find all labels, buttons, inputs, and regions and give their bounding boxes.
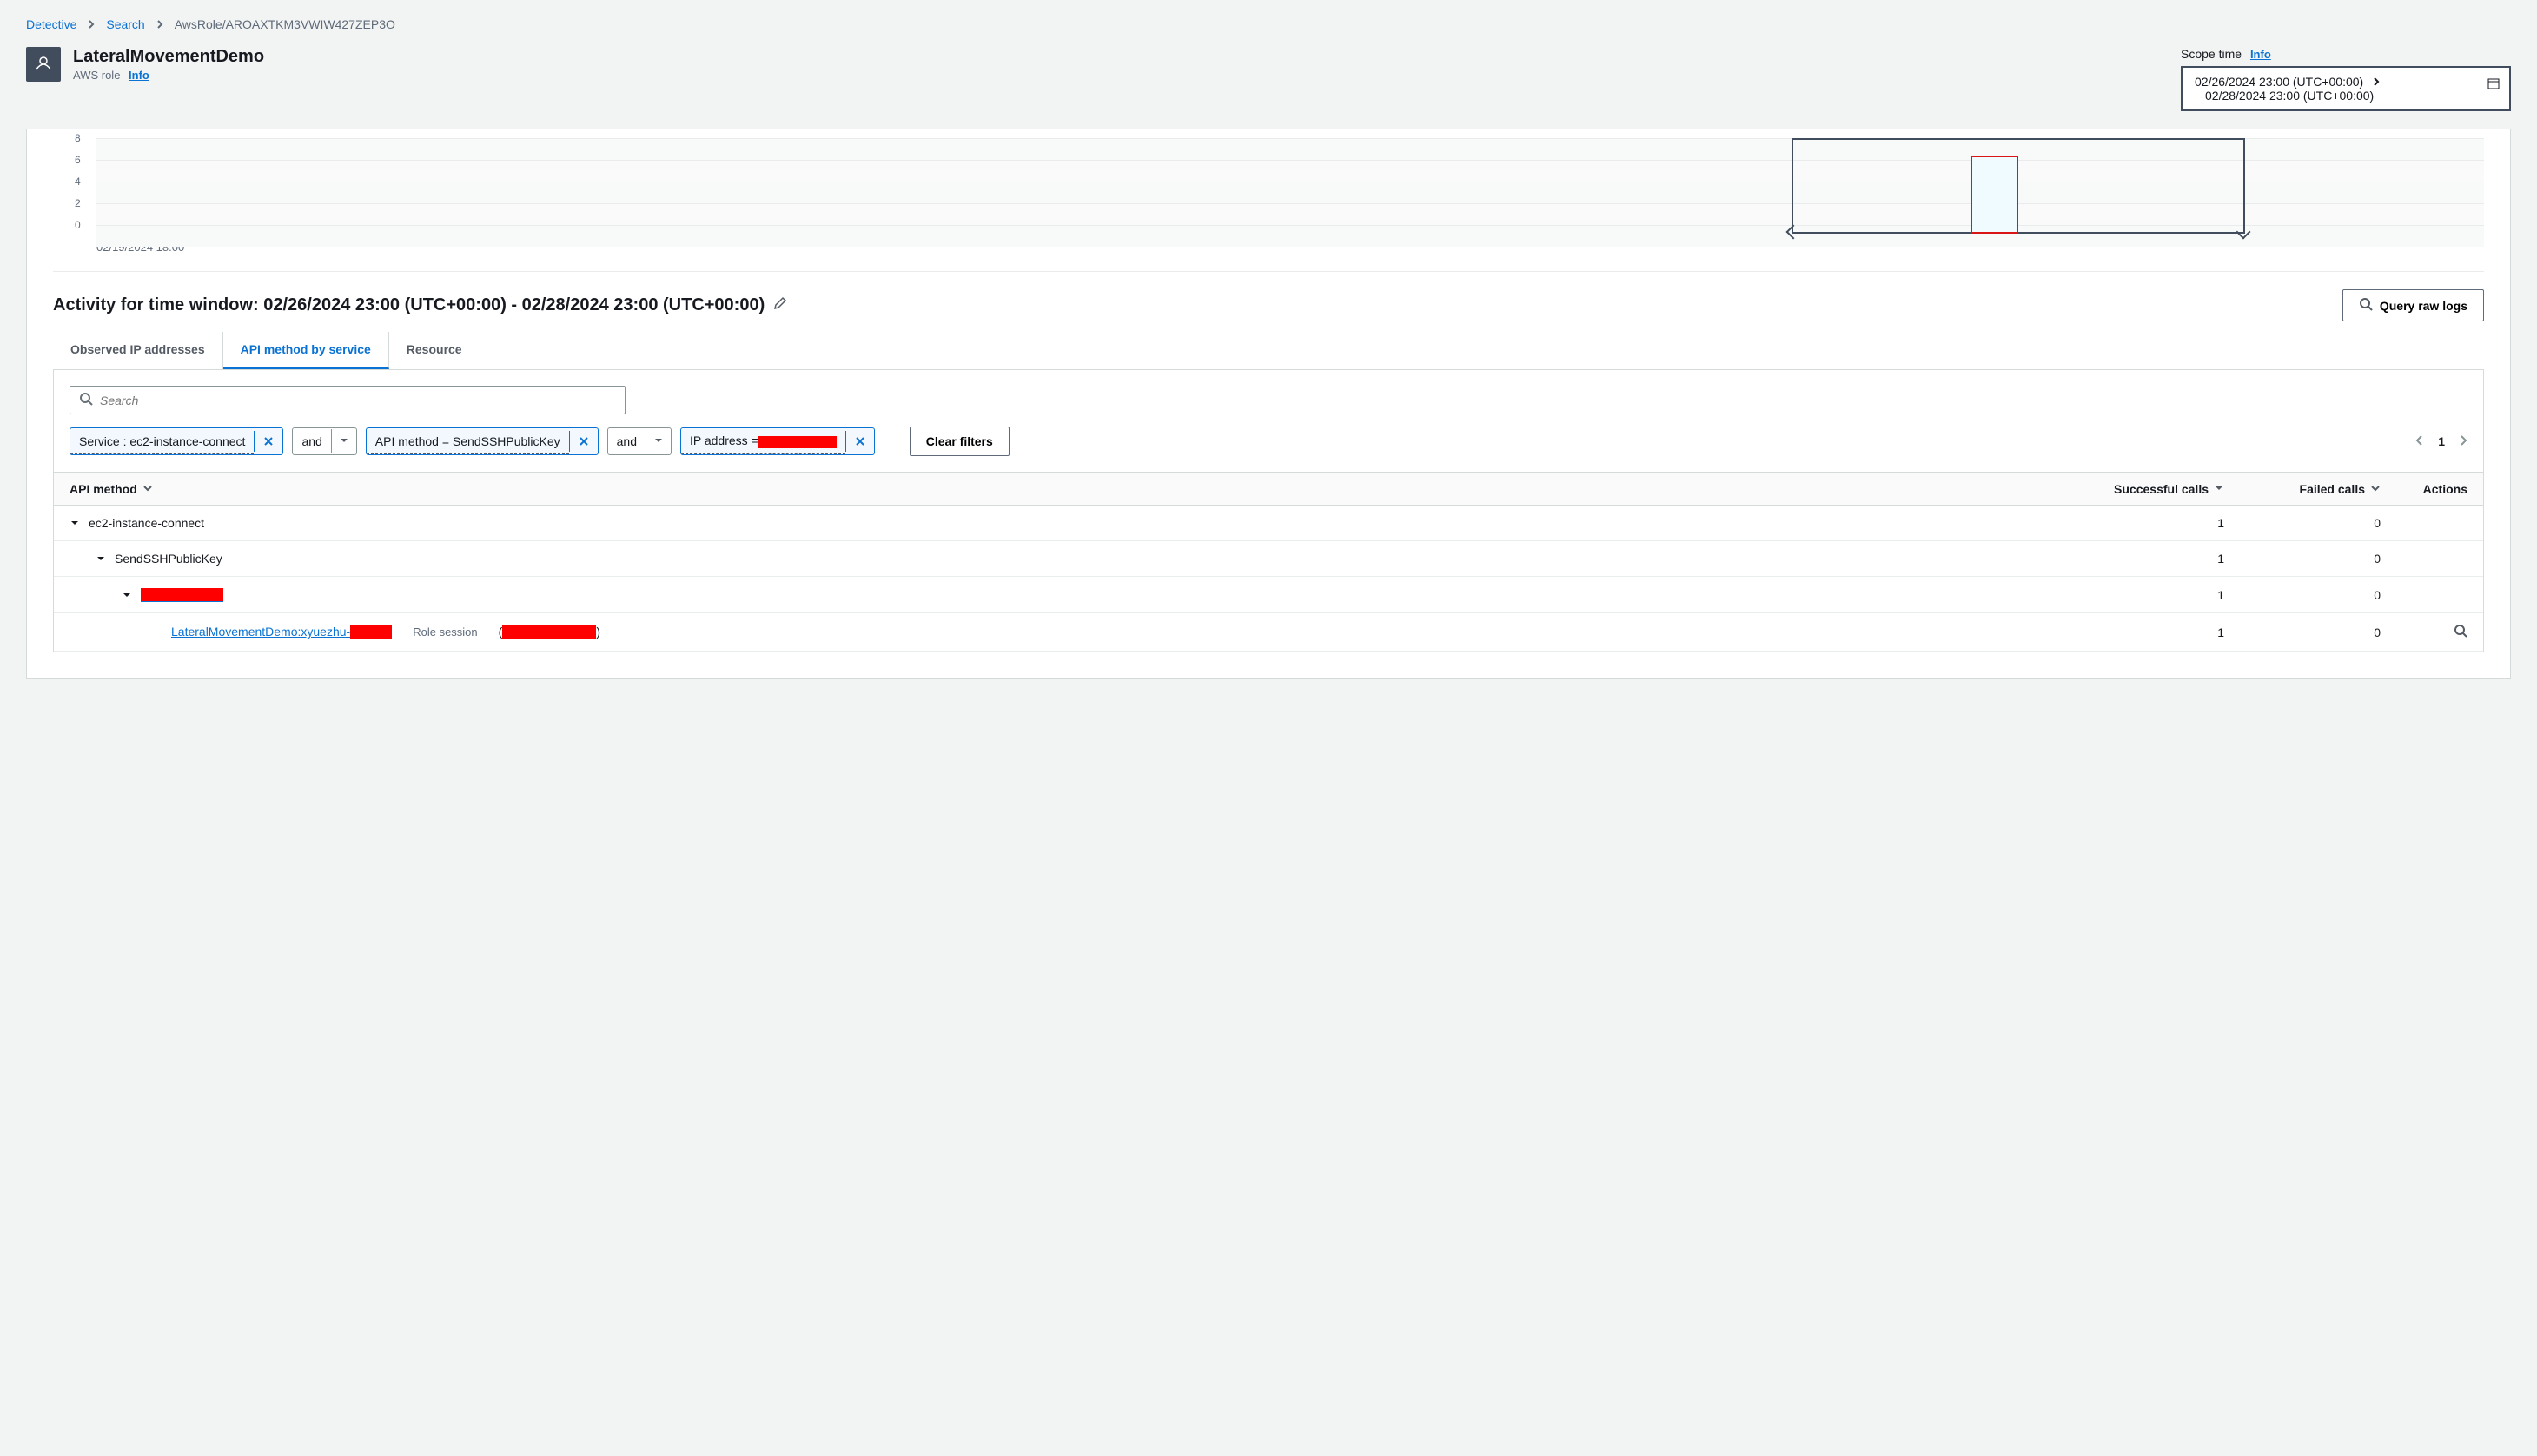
close-icon[interactable] <box>845 431 874 452</box>
tab-bar: Observed IP addressesAPI method by servi… <box>53 332 2484 370</box>
filter-token-label: Service : ec2-instance-connect <box>70 429 254 454</box>
search-icon <box>2359 297 2373 314</box>
edit-icon[interactable] <box>773 295 787 315</box>
sort-icon <box>2214 482 2224 496</box>
cell-failed-calls: 0 <box>2224 516 2381 530</box>
page-title: LateralMovementDemo <box>73 47 264 67</box>
chart-y-tick: 8 <box>75 132 81 144</box>
chevron-right-icon <box>156 17 164 31</box>
row-label: SendSSHPublicKey <box>115 552 222 566</box>
cell-failed-calls: 0 <box>2224 625 2381 639</box>
th-successful-calls[interactable]: Successful calls <box>2068 482 2224 496</box>
cell-successful-calls: 1 <box>2068 552 2224 566</box>
cell-failed-calls: 0 <box>2224 588 2381 602</box>
filter-token[interactable]: Service : ec2-instance-connect <box>70 427 283 455</box>
chart-y-tick: 2 <box>75 197 81 209</box>
filter-token-label: IP address = <box>681 428 845 453</box>
cell-api-method <box>70 587 2068 602</box>
activity-window-title: Activity for time window: 02/26/2024 23:… <box>53 295 765 315</box>
chart-y-tick: 6 <box>75 154 81 166</box>
info-link[interactable]: Info <box>129 69 149 82</box>
tab-api-method-by-service[interactable]: API method by service <box>223 332 389 369</box>
breadcrumb: Detective Search AwsRole/AROAXTKM3VWIW42… <box>26 17 2511 31</box>
sort-icon <box>142 482 153 496</box>
search-input[interactable] <box>100 394 616 407</box>
cell-successful-calls: 1 <box>2068 625 2224 639</box>
scope-time-picker[interactable]: 02/26/2024 23:00 (UTC+00:00) 02/28/2024 … <box>2181 66 2511 111</box>
th-api-method[interactable]: API method <box>70 482 2068 496</box>
close-icon[interactable] <box>569 431 598 452</box>
chart-y-tick: 4 <box>75 175 81 188</box>
redacted-value <box>141 588 223 602</box>
chart-highlight-bar <box>1971 156 2018 234</box>
filter-operator[interactable]: and <box>607 427 672 455</box>
role-session-value: () <box>499 625 600 639</box>
expander-icon[interactable] <box>96 553 106 564</box>
table-row: 10 <box>54 577 2483 613</box>
tab-resource[interactable]: Resource <box>389 332 480 369</box>
table-row: LateralMovementDemo:xyuezhu- Role session… <box>54 613 2483 652</box>
redacted-value <box>758 436 837 448</box>
cell-api-method: SendSSHPublicKey <box>70 552 2068 566</box>
role-icon <box>26 47 61 82</box>
cell-successful-calls: 1 <box>2068 588 2224 602</box>
scope-time-label: Scope time Info <box>2181 47 2511 61</box>
calendar-icon[interactable] <box>2487 76 2501 93</box>
chevron-right-icon <box>2372 75 2381 89</box>
filter-tokens: Service : ec2-instance-connect and API met… <box>70 427 1010 456</box>
close-icon[interactable] <box>254 431 282 452</box>
filter-token[interactable]: API method = SendSSHPublicKey <box>366 427 599 455</box>
th-actions: Actions <box>2381 482 2467 496</box>
filter-token-label: API method = SendSSHPublicKey <box>367 429 569 454</box>
filter-operator[interactable]: and <box>292 427 356 455</box>
expander-icon[interactable] <box>70 518 80 528</box>
page-current: 1 <box>2438 434 2445 448</box>
cell-api-method: LateralMovementDemo:xyuezhu- Role session… <box>70 625 2068 639</box>
scope-end: 02/28/2024 23:00 (UTC+00:00) <box>2195 89 2497 103</box>
tab-observed-ip-addresses[interactable]: Observed IP addresses <box>53 332 223 369</box>
page-next-icon[interactable] <box>2459 434 2467 449</box>
info-link[interactable]: Info <box>2250 48 2271 61</box>
chevron-right-icon <box>87 17 96 31</box>
redacted-value <box>502 625 596 639</box>
cell-successful-calls: 1 <box>2068 516 2224 530</box>
breadcrumb-link-detective[interactable]: Detective <box>26 17 76 31</box>
chart-y-tick: 0 <box>75 219 81 231</box>
redacted-value <box>350 625 392 639</box>
search-icon <box>79 392 93 408</box>
chart-selection-window[interactable] <box>1792 138 2245 234</box>
clear-filters-button[interactable]: Clear filters <box>910 427 1010 456</box>
row-link[interactable]: LateralMovementDemo:xyuezhu- <box>171 625 392 639</box>
table-header: API method Successful calls Failed calls <box>54 473 2483 506</box>
page-subtitle: AWS role Info <box>73 69 264 82</box>
activity-chart[interactable]: 86420 02/19/2024 18:00 <box>53 129 2484 254</box>
cell-failed-calls: 0 <box>2224 552 2381 566</box>
table-row: ec2-instance-connect 10 <box>54 506 2483 541</box>
expander-icon[interactable] <box>122 590 132 600</box>
breadcrumb-link-search[interactable]: Search <box>106 17 144 31</box>
sort-icon <box>2370 482 2381 496</box>
row-action-search-icon[interactable] <box>2381 624 2467 640</box>
query-raw-logs-button[interactable]: Query raw logs <box>2342 289 2484 321</box>
row-label: ec2-instance-connect <box>89 516 204 530</box>
role-session-label: Role session <box>413 625 477 639</box>
th-failed-calls[interactable]: Failed calls <box>2224 482 2381 496</box>
filter-token[interactable]: IP address = <box>680 427 875 455</box>
pagination: 1 <box>2415 434 2467 449</box>
cell-api-method: ec2-instance-connect <box>70 516 2068 530</box>
scope-start: 02/26/2024 23:00 (UTC+00:00) <box>2195 75 2363 89</box>
search-input-wrapper[interactable] <box>70 386 626 414</box>
page-prev-icon[interactable] <box>2415 434 2424 449</box>
breadcrumb-current: AwsRole/AROAXTKM3VWIW427ZEP3O <box>175 17 395 31</box>
table-row: SendSSHPublicKey 10 <box>54 541 2483 577</box>
